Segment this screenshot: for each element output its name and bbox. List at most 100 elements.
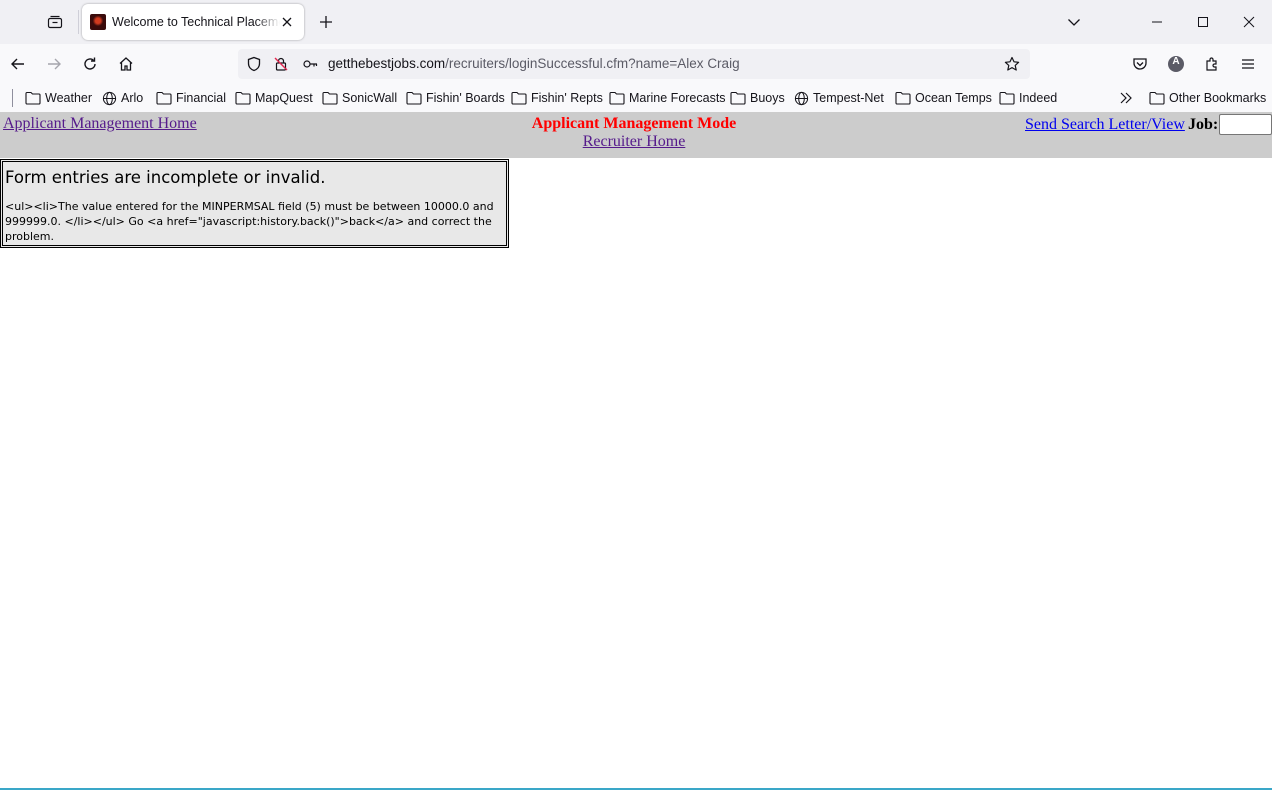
tab-close-button[interactable] xyxy=(278,13,296,31)
app-menu-button[interactable] xyxy=(1234,50,1262,78)
bookmark-label: Ocean Temps xyxy=(915,91,992,105)
home-icon xyxy=(119,57,133,71)
arrow-right-icon xyxy=(48,58,61,70)
site-permissions-icon[interactable] xyxy=(300,54,320,74)
bookmarks-toolbar: Weather Arlo Financial MapQuest SonicWall Fis… xyxy=(0,84,1272,112)
bookmark-label: Fishin' Repts xyxy=(531,91,603,105)
app-header: Applicant Management Home Applicant Mana… xyxy=(0,112,1272,158)
maximize-icon xyxy=(1198,17,1208,27)
bookmark-item[interactable]: Fishin' Boards xyxy=(406,88,505,108)
pocket-icon xyxy=(1133,58,1147,70)
star-icon xyxy=(1004,56,1020,71)
bookmarks-overflow-button[interactable] xyxy=(1118,88,1138,108)
tracking-protection-icon[interactable] xyxy=(244,54,264,74)
navigation-toolbar: getthebestjobs.com/recruiters/loginSucce… xyxy=(0,44,1272,84)
active-tab[interactable]: Welcome to Technical Placeme xyxy=(82,4,304,40)
bookmark-item[interactable]: Ocean Temps xyxy=(895,88,992,108)
bookmark-item[interactable]: Arlo xyxy=(102,88,143,108)
send-search-letter-link[interactable]: Send Search Letter/View xyxy=(1025,116,1185,134)
bookmark-item[interactable]: Financial xyxy=(156,88,226,108)
tab-strip: Welcome to Technical Placeme xyxy=(0,0,1272,44)
job-input[interactable] xyxy=(1219,114,1272,135)
globe-icon xyxy=(794,91,809,105)
folder-icon xyxy=(406,91,422,105)
minimize-icon xyxy=(1152,21,1162,23)
bookmark-label: Marine Forecasts xyxy=(629,91,726,105)
bookmark-item[interactable]: Buoys xyxy=(730,88,785,108)
folder-icon xyxy=(1149,91,1165,105)
url-host: getthebestjobs.com xyxy=(328,56,446,71)
bookmarks-separator xyxy=(12,89,13,107)
forward-button[interactable] xyxy=(40,50,68,78)
folder-icon xyxy=(609,91,625,105)
folder-icon xyxy=(235,91,251,105)
bookmark-item[interactable]: Weather xyxy=(25,88,92,108)
minimize-button[interactable] xyxy=(1134,0,1180,44)
bookmark-item[interactable]: Indeed xyxy=(999,88,1057,108)
folder-icon xyxy=(895,91,911,105)
avatar-initial: A xyxy=(1172,56,1180,67)
arrow-left-icon xyxy=(11,58,24,70)
tab-strip-separator xyxy=(78,10,79,34)
bookmark-item[interactable]: MapQuest xyxy=(235,88,313,108)
folder-icon xyxy=(322,91,338,105)
tab-list-icon xyxy=(47,15,63,29)
double-chevron-right-icon xyxy=(1120,92,1132,104)
new-tab-button[interactable] xyxy=(312,8,340,36)
bookmark-item[interactable]: SonicWall xyxy=(322,88,397,108)
error-title: Form entries are incomplete or invalid. xyxy=(5,168,326,187)
folder-icon xyxy=(730,91,746,105)
reload-icon xyxy=(84,57,96,70)
close-icon xyxy=(282,17,292,27)
key-icon xyxy=(303,60,318,68)
error-box: Form entries are incomplete or invalid. … xyxy=(0,159,509,248)
other-bookmarks-label: Other Bookmarks xyxy=(1169,91,1267,105)
bookmark-label: Indeed xyxy=(1019,91,1058,105)
bookmark-label: Tempest-Net xyxy=(813,91,884,105)
pocket-button[interactable] xyxy=(1126,50,1154,78)
plus-icon xyxy=(320,16,332,28)
maximize-button[interactable] xyxy=(1180,0,1226,44)
puzzle-icon xyxy=(1206,57,1217,71)
back-button[interactable] xyxy=(4,50,32,78)
bookmark-star-button[interactable] xyxy=(1002,54,1022,74)
globe-icon xyxy=(102,91,117,105)
folder-icon xyxy=(511,91,527,105)
web-page: Applicant Management Home Applicant Mana… xyxy=(0,112,1272,790)
reload-button[interactable] xyxy=(76,50,104,78)
url-text[interactable]: getthebestjobs.com/recruiters/loginSucce… xyxy=(328,56,740,71)
bookmark-label: Financial xyxy=(176,91,227,105)
other-bookmarks-folder[interactable]: Other Bookmarks xyxy=(1149,88,1266,108)
folder-icon xyxy=(25,91,41,105)
tab-list-button[interactable] xyxy=(40,8,70,36)
bookmark-label: MapQuest xyxy=(255,91,313,105)
bookmark-label: Buoys xyxy=(750,91,785,105)
bookmark-item[interactable]: Marine Forecasts xyxy=(609,88,726,108)
home-button[interactable] xyxy=(112,50,140,78)
bookmark-label: Weather xyxy=(45,91,93,105)
job-label: Job: xyxy=(1188,116,1219,133)
folder-icon xyxy=(156,91,172,105)
bookmark-item[interactable]: Tempest-Net xyxy=(794,88,884,108)
bookmark-label: Fishin' Boards xyxy=(426,91,505,105)
chevron-down-icon xyxy=(1068,19,1080,26)
extensions-button[interactable] xyxy=(1198,50,1226,78)
account-button[interactable]: A xyxy=(1162,50,1190,78)
bookmark-label: Arlo xyxy=(121,91,144,105)
bookmark-item[interactable]: Fishin' Repts xyxy=(511,88,603,108)
folder-icon xyxy=(999,91,1015,105)
insecure-connection-icon[interactable] xyxy=(271,54,291,74)
shield-icon xyxy=(247,56,261,72)
bookmark-label: SonicWall xyxy=(342,91,398,105)
url-path: /recruiters/loginSuccessful.cfm?name=Ale… xyxy=(445,56,740,71)
error-message: <ul><li>The value entered for the MINPER… xyxy=(5,200,494,243)
close-icon xyxy=(1243,16,1255,28)
address-bar[interactable]: getthebestjobs.com/recruiters/loginSucce… xyxy=(238,49,1030,79)
hamburger-menu-icon xyxy=(1242,59,1254,69)
site-favicon-icon xyxy=(90,14,106,30)
close-window-button[interactable] xyxy=(1226,0,1272,44)
recruiter-home-link[interactable]: Recruiter Home xyxy=(583,133,686,150)
tab-title: Welcome to Technical Placeme xyxy=(112,15,280,29)
list-all-tabs-button[interactable] xyxy=(1060,8,1088,36)
lock-strike-icon xyxy=(274,57,288,71)
